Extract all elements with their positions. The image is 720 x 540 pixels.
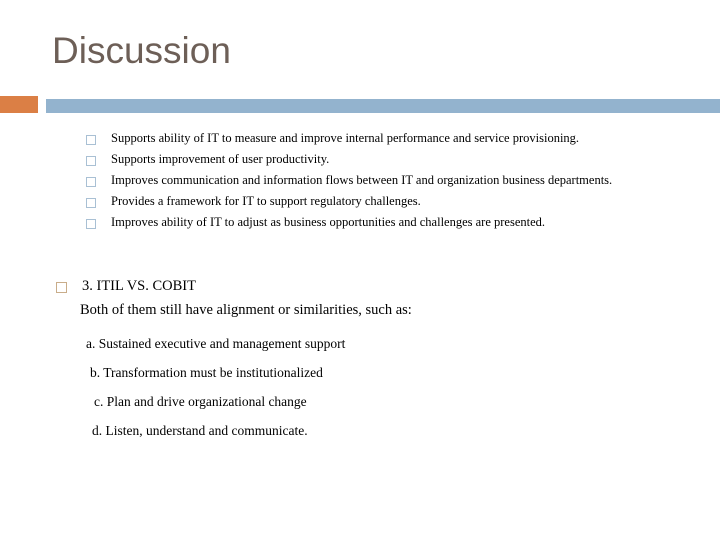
slide-body: Supports ability of IT to measure and im… xyxy=(0,0,720,540)
section-itil-vs-cobit: 3. ITIL VS. COBIT Both of them still hav… xyxy=(56,276,676,320)
list-item: Supports ability of IT to measure and im… xyxy=(86,129,686,148)
lettered-sub-list: a. Sustained executive and management su… xyxy=(86,334,686,450)
hollow-square-bullet-icon xyxy=(86,219,96,229)
list-item: Supports improvement of user productivit… xyxy=(86,150,686,169)
hollow-square-bullet-icon xyxy=(86,198,96,208)
list-item: d. Listen, understand and communicate. xyxy=(92,423,308,438)
list-item: a. Sustained executive and management su… xyxy=(86,336,346,351)
list-item-label: Improves ability of IT to adjust as busi… xyxy=(111,215,546,229)
list-item: Provides a framework for IT to support r… xyxy=(86,192,686,211)
list-item-label: Improves communication and information f… xyxy=(111,173,613,187)
list-item-label: Provides a framework for IT to support r… xyxy=(111,194,421,208)
list-item: Improves ability of IT to adjust as busi… xyxy=(86,213,686,232)
hollow-square-bullet-icon xyxy=(56,282,67,293)
bullet-list-benefits: Supports ability of IT to measure and im… xyxy=(86,129,686,234)
section-intro-text: Both of them still have alignment or sim… xyxy=(80,302,412,318)
list-item: Improves communication and information f… xyxy=(86,171,686,190)
section-heading-row: 3. ITIL VS. COBIT xyxy=(56,276,676,296)
section-heading: 3. ITIL VS. COBIT xyxy=(82,278,196,294)
list-item-label: Supports improvement of user productivit… xyxy=(111,152,330,166)
hollow-square-bullet-icon xyxy=(86,135,96,145)
hollow-square-bullet-icon xyxy=(86,156,96,166)
presentation-slide: Discussion Supports ability of IT to mea… xyxy=(0,0,720,540)
list-item-label: Supports ability of IT to measure and im… xyxy=(111,131,580,145)
list-item: c. Plan and drive organizational change xyxy=(94,394,307,409)
hollow-square-bullet-icon xyxy=(86,177,96,187)
list-item: b. Transformation must be institutionali… xyxy=(90,365,323,380)
